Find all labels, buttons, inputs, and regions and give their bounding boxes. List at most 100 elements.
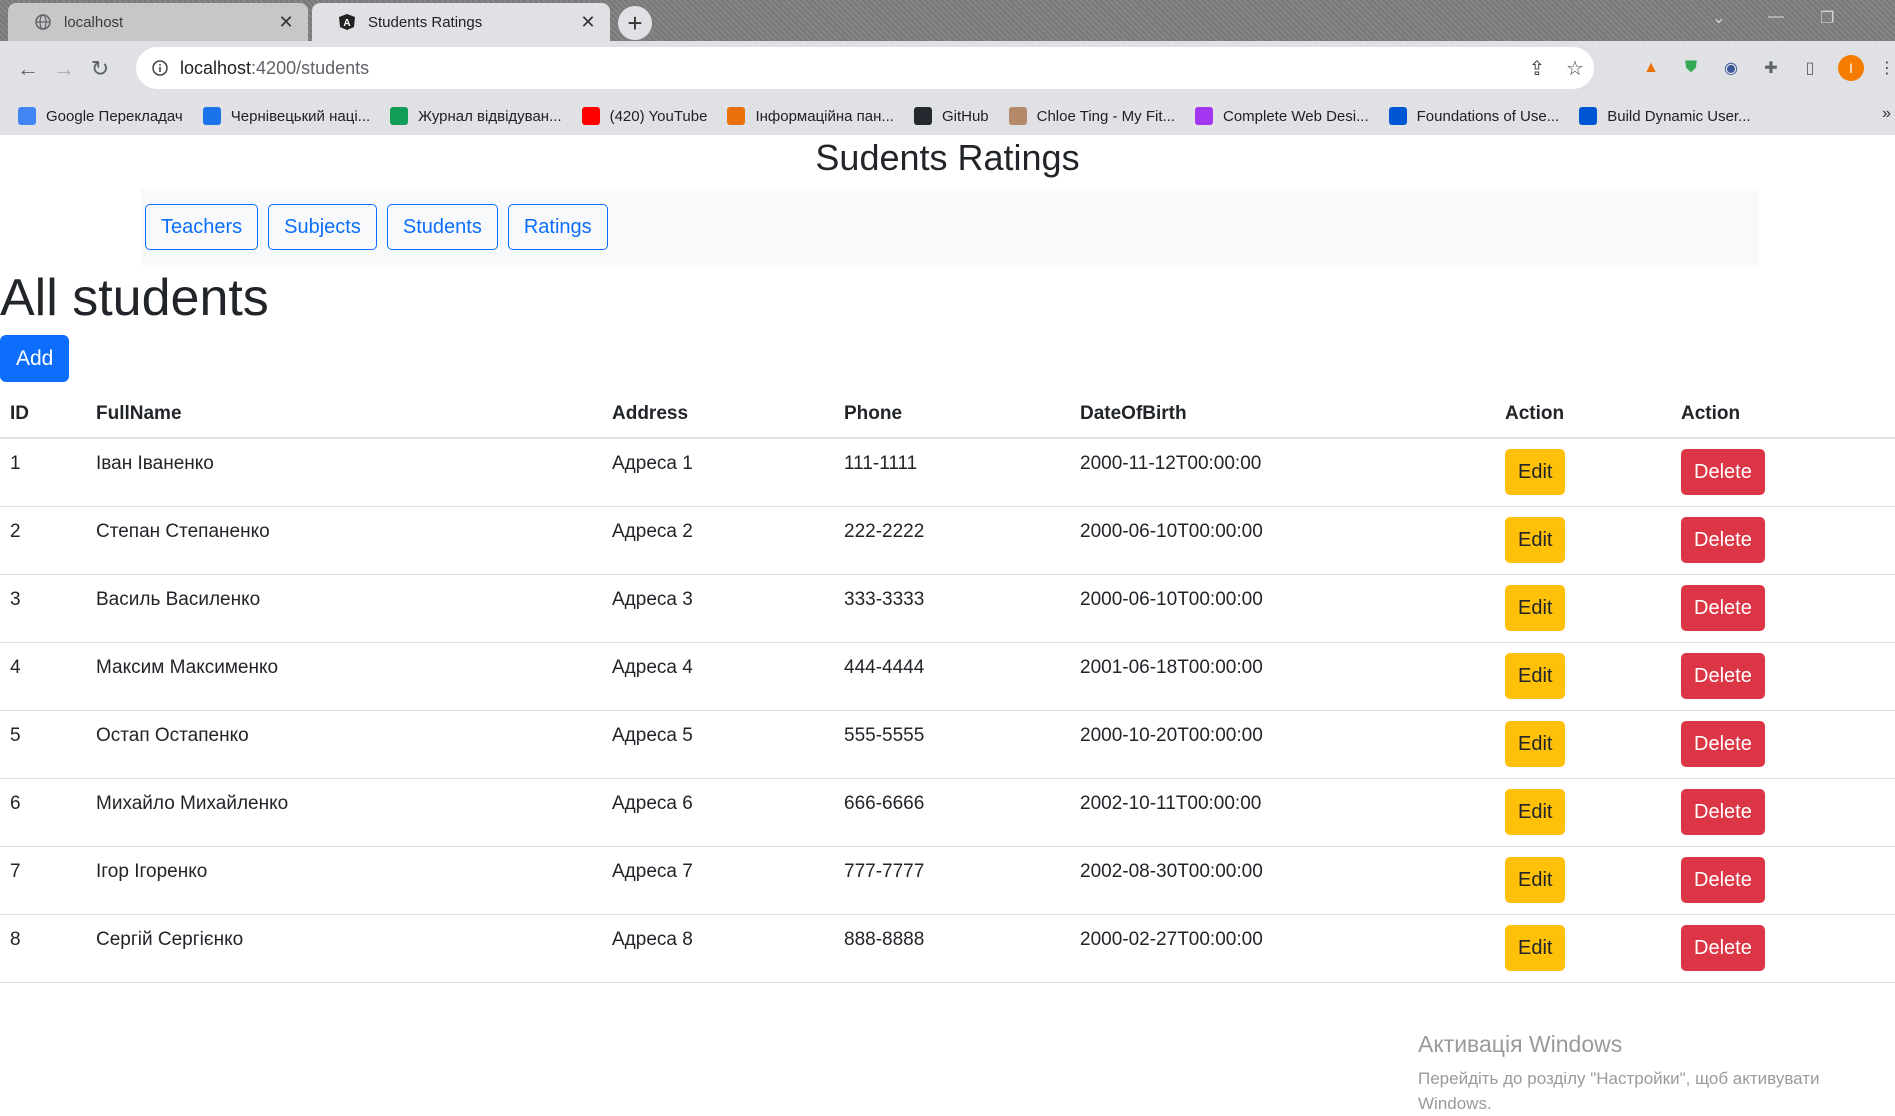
- delete-button[interactable]: Delete: [1681, 720, 1765, 767]
- cell-action-edit: Edit: [1495, 846, 1671, 915]
- cell-address: Адреса 6: [602, 778, 834, 847]
- bookmark-item[interactable]: Chloe Ting - My Fit...: [1008, 107, 1175, 125]
- star-icon[interactable]: ☆: [1556, 56, 1594, 81]
- url-host: localhost: [180, 57, 252, 78]
- bookmark-item[interactable]: (420) YouTube: [581, 107, 708, 125]
- windows-activation-watermark: Активація Windows Перейдіть до розділу "…: [1418, 1031, 1888, 1116]
- delete-button[interactable]: Delete: [1681, 449, 1765, 495]
- edit-button[interactable]: Edit: [1505, 924, 1566, 971]
- profile-avatar-icon[interactable]: I: [1838, 55, 1864, 81]
- bookmark-item[interactable]: Foundations of Use...: [1388, 107, 1560, 125]
- edit-button[interactable]: Edit: [1505, 652, 1566, 699]
- cell-address: Адреса 8: [602, 914, 834, 983]
- edit-button[interactable]: Edit: [1505, 856, 1566, 903]
- new-tab-button[interactable]: +: [618, 6, 652, 40]
- edit-button[interactable]: Edit: [1505, 516, 1566, 563]
- url-path: :4200/students: [251, 57, 370, 78]
- bookmark-item[interactable]: Complete Web Desi...: [1195, 107, 1369, 125]
- table-body: 1 Іван Іваненко Адреса 1 111-1111 2000-11-12…: [0, 438, 1895, 983]
- address-bar[interactable]: localhost:4200/students ⇪ ☆: [136, 47, 1594, 89]
- bookmark-item[interactable]: Build Dynamic User...: [1579, 107, 1751, 125]
- bookmark-item[interactable]: Чернівецький наці...: [202, 107, 371, 125]
- bookmark-label: (420) YouTube: [609, 107, 708, 125]
- cursor-icon[interactable]: ◉: [1718, 55, 1744, 81]
- bookmark-item[interactable]: GitHub: [913, 107, 989, 125]
- udemy-icon: [1195, 107, 1213, 125]
- delete-button[interactable]: Delete: [1681, 652, 1765, 699]
- more-bookmarks-icon[interactable]: »: [1882, 105, 1891, 123]
- cell-action-edit: Edit: [1495, 642, 1671, 711]
- cell-action-edit: Edit: [1495, 574, 1671, 643]
- forward-arrow-icon[interactable]: →: [46, 51, 82, 87]
- puzzle-icon[interactable]: ✚: [1758, 55, 1784, 81]
- cell-fullname: Максим Максименко: [86, 642, 602, 711]
- cell-id: 7: [0, 846, 86, 915]
- cell-phone: 666-6666: [834, 778, 1070, 847]
- cell-action-delete: Delete: [1671, 438, 1895, 507]
- cell-address: Адреса 7: [602, 846, 834, 915]
- cell-address: Адреса 3: [602, 574, 834, 643]
- nav-teachers-button[interactable]: Teachers: [145, 204, 259, 250]
- info-icon[interactable]: [150, 58, 170, 78]
- chevron-down-icon[interactable]: ⌄: [1712, 8, 1725, 28]
- delete-button[interactable]: Delete: [1681, 924, 1765, 971]
- cell-id: 5: [0, 710, 86, 779]
- delete-button[interactable]: Delete: [1681, 856, 1765, 903]
- delete-button[interactable]: Delete: [1681, 788, 1765, 835]
- nav-ratings-button[interactable]: Ratings: [507, 204, 608, 250]
- reload-icon[interactable]: ↻: [82, 51, 118, 87]
- side-panel-icon[interactable]: ▯: [1797, 55, 1823, 81]
- graduation-cap-icon: [727, 107, 746, 125]
- nav-students-button[interactable]: Students: [386, 204, 498, 250]
- maximize-icon[interactable]: ❐: [1820, 8, 1834, 28]
- cell-action-delete: Delete: [1671, 846, 1895, 915]
- table-header-row: ID FullName Address Phone DateOfBirth Ac…: [0, 390, 1895, 439]
- bookmark-item[interactable]: Інформаційна пан...: [727, 107, 894, 125]
- cell-dateofbirth: 2000-10-20T00:00:00: [1070, 710, 1495, 779]
- cell-action-edit: Edit: [1495, 438, 1671, 507]
- shield-icon[interactable]: ⛊: [1678, 55, 1704, 81]
- bookmark-label: Інформаційна пан...: [755, 107, 894, 125]
- delete-button[interactable]: Delete: [1681, 516, 1765, 563]
- cell-id: 1: [0, 438, 86, 507]
- cell-action-delete: Delete: [1671, 506, 1895, 575]
- nav-subjects-button[interactable]: Subjects: [268, 204, 377, 250]
- cell-action-edit: Edit: [1495, 778, 1671, 847]
- edit-button[interactable]: Edit: [1505, 788, 1566, 835]
- close-icon[interactable]: ✕: [276, 12, 296, 32]
- edit-button[interactable]: Edit: [1505, 584, 1566, 631]
- tab-title: Students Ratings: [368, 13, 483, 31]
- edit-button[interactable]: Edit: [1505, 449, 1566, 495]
- watermark-text: Перейдіть до розділу "Настройки", щоб ак…: [1418, 1069, 1820, 1113]
- tab-localhost[interactable]: localhost ✕: [8, 3, 308, 41]
- cell-address: Адреса 5: [602, 710, 834, 779]
- bookmark-label: Foundations of Use...: [1416, 107, 1560, 125]
- close-icon[interactable]: ✕: [578, 12, 598, 32]
- cell-action-delete: Delete: [1671, 642, 1895, 711]
- tab-students-ratings[interactable]: A Students Ratings ✕: [312, 3, 610, 41]
- bookmark-label: GitHub: [941, 107, 989, 125]
- cell-id: 2: [0, 506, 86, 575]
- kebab-menu-icon[interactable]: ⋮: [1874, 55, 1895, 81]
- cell-dateofbirth: 2002-10-11T00:00:00: [1070, 778, 1495, 847]
- tab-title: localhost: [64, 13, 124, 31]
- add-student-button[interactable]: Add: [0, 335, 70, 382]
- bookmark-item[interactable]: Google Перекладач: [18, 107, 183, 125]
- cell-action-delete: Delete: [1671, 778, 1895, 847]
- bookmark-label: Чернівецький наці...: [230, 107, 371, 125]
- table-row: 8 Сергій Сергієнко Адреса 8 888-8888 2000-02…: [0, 914, 1895, 983]
- edit-button[interactable]: Edit: [1505, 720, 1566, 767]
- back-arrow-icon[interactable]: ←: [10, 51, 46, 87]
- bookmark-item[interactable]: Журнал відвідуван...: [390, 107, 562, 125]
- extension-a-icon[interactable]: ▲: [1638, 55, 1664, 81]
- students-table-container: ID FullName Address Phone DateOfBirth Ac…: [0, 390, 1895, 983]
- bookmarks-bar: Google Перекладач Чернівецький наці... Жур…: [0, 97, 1895, 135]
- share-icon[interactable]: ⇪: [1518, 56, 1556, 81]
- students-table: ID FullName Address Phone DateOfBirth Ac…: [0, 390, 1895, 983]
- cell-phone: 222-2222: [834, 506, 1070, 575]
- table-row: 7 Ігор Ігоренко Адреса 7 777-7777 2002-08-30…: [0, 846, 1895, 915]
- cell-dateofbirth: 2000-02-27T00:00:00: [1070, 914, 1495, 983]
- minimize-icon[interactable]: —: [1768, 8, 1784, 26]
- delete-button[interactable]: Delete: [1681, 584, 1765, 631]
- url-text: localhost:4200/students: [180, 58, 1518, 79]
